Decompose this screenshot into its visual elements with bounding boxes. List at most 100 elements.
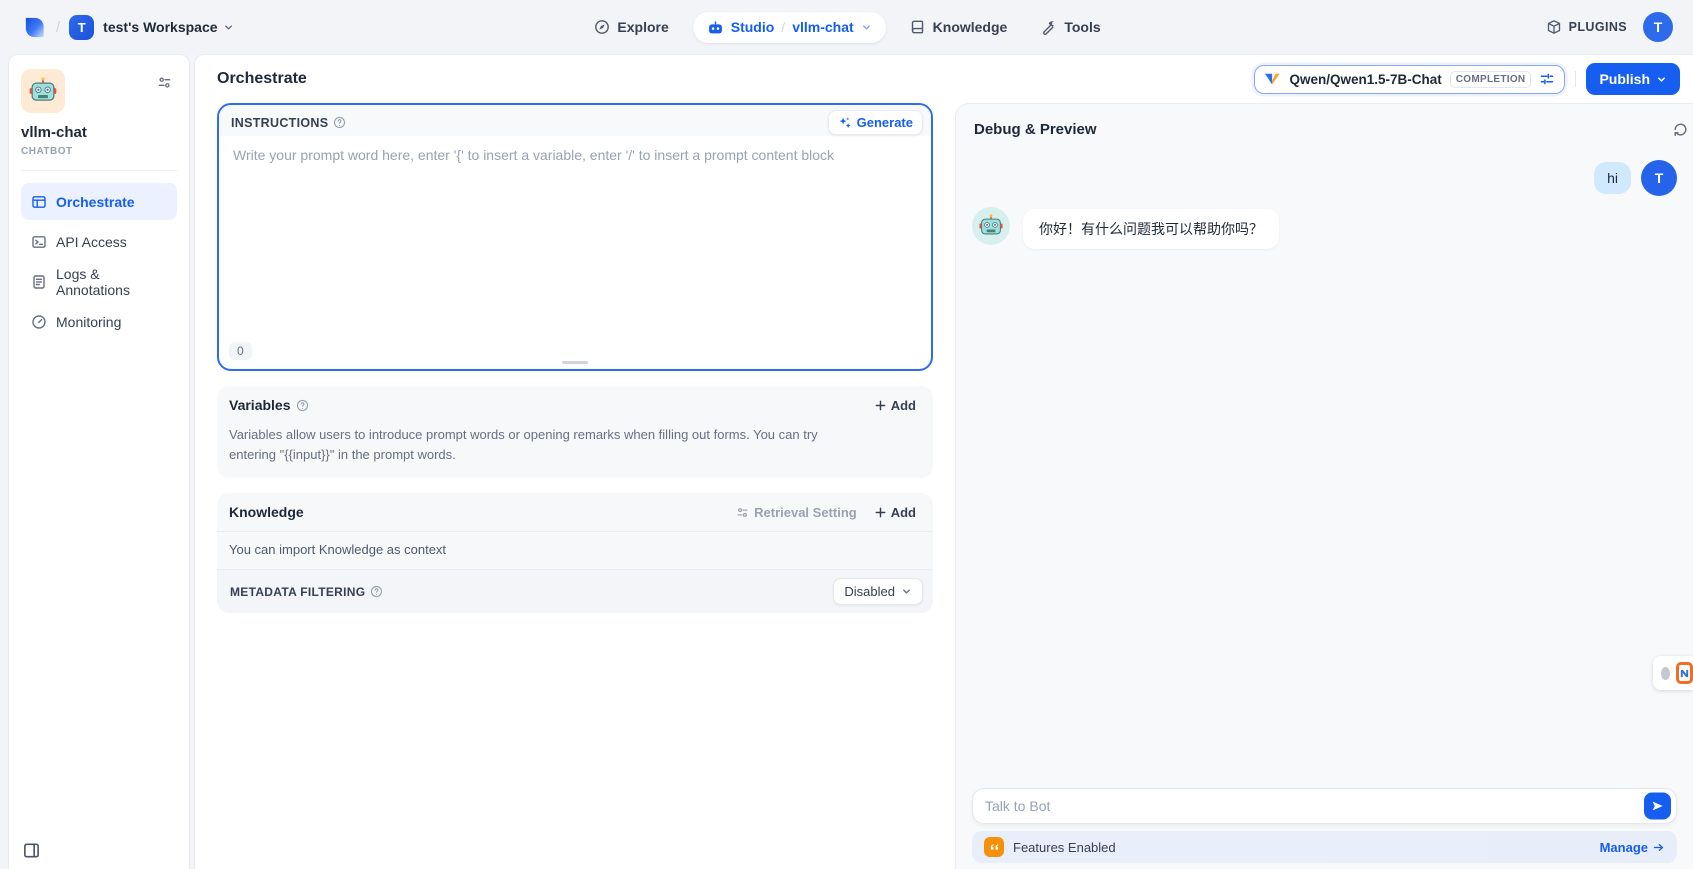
sidebar-divider <box>21 170 177 171</box>
logs-document-icon <box>31 274 47 290</box>
instructions-input[interactable] <box>219 136 931 331</box>
workspace-name: test's Workspace <box>103 19 217 35</box>
metadata-filtering-title: METADATA FILTERING <box>230 585 365 599</box>
collapse-sidebar-icon[interactable] <box>22 841 41 860</box>
topbar-left: / T test's Workspace <box>22 15 584 40</box>
send-button[interactable] <box>1644 793 1671 820</box>
top-navigation-bar: / T test's Workspace Explore Studio / vl… <box>0 0 1693 54</box>
explore-icon <box>594 19 610 35</box>
workspace-switcher[interactable]: test's Workspace <box>103 19 233 35</box>
debug-preview-panel: Debug & Preview hi T 你好！有什么问题我可以帮助你吗？ <box>955 103 1693 869</box>
knowledge-card: Knowledge Retrieval Setting Add You can … <box>217 493 933 613</box>
restart-conversation-icon[interactable] <box>1672 121 1689 138</box>
dify-app-window: / T test's Workspace Explore Studio / vl… <box>0 0 1693 869</box>
model-selector[interactable]: Qwen/Qwen1.5-7B-Chat COMPLETION <box>1254 65 1565 94</box>
plugins-button[interactable]: PLUGINS <box>1546 19 1627 35</box>
sparkle-icon <box>838 116 852 130</box>
sidebar-item-monitoring[interactable]: Monitoring <box>21 303 177 340</box>
app-type-badge: CHATBOT <box>21 146 177 157</box>
generate-button[interactable]: Generate <box>828 110 923 135</box>
features-bar: Features Enabled Manage <box>972 831 1677 863</box>
instructions-card: INSTRUCTIONS Generate 0 <box>217 103 933 371</box>
help-icon <box>370 585 383 598</box>
account-avatar[interactable]: T <box>1643 12 1673 42</box>
send-icon <box>1651 800 1664 813</box>
app-sidebar: vllm-chat CHATBOT Orchestrate API Access… <box>8 54 190 869</box>
nav-separator: / <box>781 19 785 35</box>
plugins-box-icon <box>1546 19 1562 35</box>
floating-extension-widget[interactable] <box>1653 656 1693 690</box>
workspace-avatar[interactable]: T <box>69 15 94 40</box>
user-message-row: hi T <box>972 160 1677 196</box>
sidebar-item-logs-annotations[interactable]: Logs & Annotations <box>21 263 177 300</box>
resize-handle[interactable] <box>562 361 588 364</box>
instructions-title: INSTRUCTIONS <box>231 116 328 130</box>
metadata-filtering-dropdown[interactable]: Disabled <box>833 578 923 605</box>
sidebar-item-orchestrate[interactable]: Orchestrate <box>21 183 177 220</box>
retrieval-setting-button[interactable]: Retrieval Setting <box>728 501 865 524</box>
drag-dot-icon <box>1661 667 1670 680</box>
tools-icon <box>1041 19 1057 35</box>
orchestrate-window-icon <box>31 194 47 210</box>
chat-transcript: hi T 你好！有什么问题我可以帮助你吗？ <box>956 146 1693 249</box>
arrow-right-icon <box>1652 841 1665 854</box>
model-name: Qwen/Qwen1.5-7B-Chat <box>1289 72 1441 87</box>
add-variable-button[interactable]: Add <box>867 394 923 417</box>
chat-input-container <box>972 788 1677 824</box>
nav-studio-label: Studio <box>731 19 775 35</box>
app-settings-icon[interactable] <box>151 69 177 95</box>
plus-icon <box>874 506 887 519</box>
chevron-down-icon <box>1656 74 1667 85</box>
sidebar-item-api-access[interactable]: API Access <box>21 223 177 260</box>
debug-title: Debug & Preview <box>974 121 1097 138</box>
knowledge-description: You can import Knowledge as context <box>217 531 933 569</box>
publish-button[interactable]: Publish <box>1586 63 1680 95</box>
knowledge-icon <box>910 19 926 35</box>
manage-features-link[interactable]: Manage <box>1600 840 1665 855</box>
talk-to-bot-input[interactable] <box>985 798 1632 814</box>
knowledge-title: Knowledge <box>229 504 304 520</box>
nav-explore[interactable]: Explore <box>584 12 678 42</box>
dify-logo-icon[interactable] <box>22 15 47 40</box>
add-knowledge-button[interactable]: Add <box>867 501 923 524</box>
extension-icon <box>1676 662 1693 684</box>
main-header: Orchestrate Qwen/Qwen1.5-7B-Chat COMPLET… <box>195 55 1693 103</box>
character-count: 0 <box>229 342 252 360</box>
header-actions: Qwen/Qwen1.5-7B-Chat COMPLETION Publish <box>1254 63 1680 95</box>
nav-knowledge[interactable]: Knowledge <box>900 12 1018 42</box>
citation-feature-icon <box>984 837 1004 857</box>
features-enabled-label: Features Enabled <box>1013 840 1116 855</box>
topbar-nav: Explore Studio / vllm-chat Knowledge Too… <box>584 12 1110 43</box>
header-divider <box>1575 71 1576 87</box>
vllm-logo-icon <box>1264 72 1281 86</box>
user-avatar: T <box>1641 160 1677 196</box>
bot-robot-avatar <box>972 207 1010 245</box>
metadata-filtering-row: METADATA FILTERING Disabled <box>217 569 933 613</box>
nav-tools[interactable]: Tools <box>1031 12 1110 42</box>
nav-studio-active[interactable]: Studio / vllm-chat <box>693 12 886 43</box>
chevron-down-icon <box>223 22 234 33</box>
terminal-icon <box>31 234 47 250</box>
page-title: Orchestrate <box>217 70 307 88</box>
variables-card: Variables Add Variables allow users to i… <box>217 386 933 478</box>
user-message-bubble: hi <box>1594 162 1631 194</box>
orchestrate-config: INSTRUCTIONS Generate 0 Variables <box>217 103 933 869</box>
breadcrumb-separator: / <box>56 19 60 36</box>
variables-header: Variables Add <box>217 386 933 424</box>
model-mode-badge: COMPLETION <box>1450 71 1532 88</box>
variables-description: Variables allow users to introduce promp… <box>217 424 857 478</box>
variables-title: Variables <box>229 397 291 413</box>
plus-icon <box>874 399 887 412</box>
chat-input-area: Features Enabled Manage <box>972 788 1677 863</box>
robot-studio-icon <box>707 19 724 36</box>
monitoring-gauge-icon <box>31 314 47 330</box>
main-panel: Orchestrate Qwen/Qwen1.5-7B-Chat COMPLET… <box>194 54 1693 869</box>
app-robot-avatar[interactable] <box>21 69 65 113</box>
model-params-icon <box>1539 71 1555 87</box>
assistant-message-row: 你好！有什么问题我可以帮助你吗？ <box>972 207 1677 249</box>
nav-current-app: vllm-chat <box>792 19 853 35</box>
instructions-header: INSTRUCTIONS Generate <box>219 105 931 136</box>
debug-header: Debug & Preview <box>956 104 1693 146</box>
assistant-message-bubble: 你好！有什么问题我可以帮助你吗？ <box>1023 209 1279 249</box>
chevron-down-icon <box>901 586 912 597</box>
